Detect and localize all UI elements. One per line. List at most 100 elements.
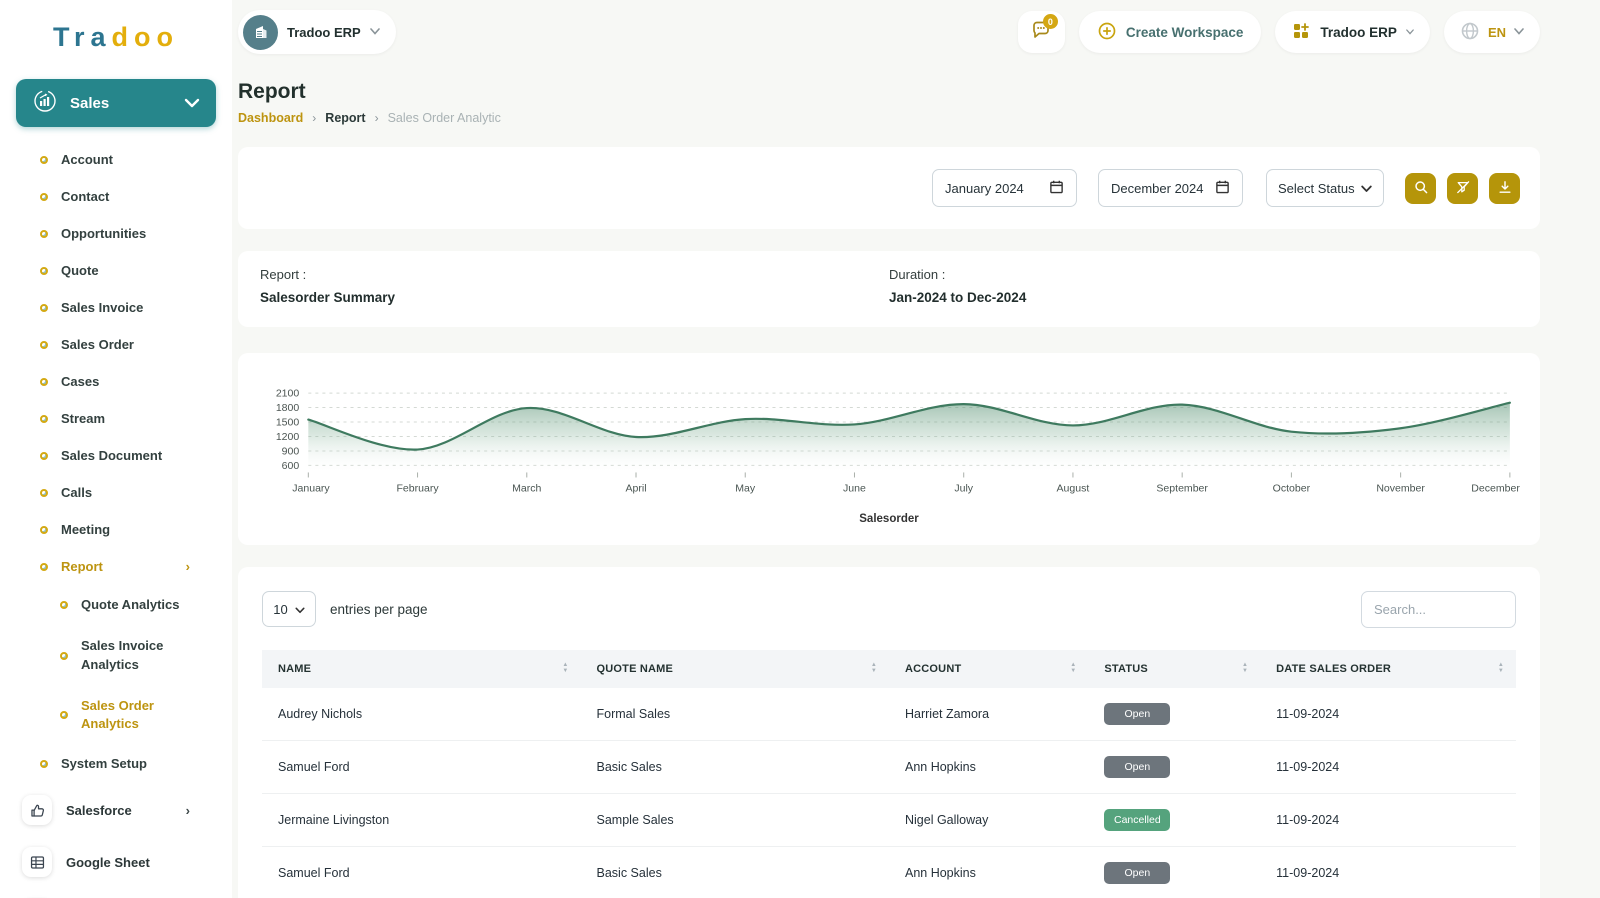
svg-text:September: September [1156,483,1208,495]
sidebar-item-sales-order-analytics[interactable]: Sales Order Analytics [0,686,232,746]
sidebar-item-account[interactable]: Account [0,141,232,178]
sidebar-item-label: Calls [61,485,92,500]
quote-cell: Basic Sales [581,740,889,793]
bullet-icon [60,652,68,660]
salesorder-area-chart: 6009001200150018002100JanuaryFebruaryMar… [252,375,1526,509]
duration-label: Duration : [889,267,1518,282]
sidebar-section-sales[interactable]: Sales [16,79,216,127]
main-content: Tradoo ERP 0 [232,0,1600,898]
chevron-down-icon [295,602,305,617]
column-header-account[interactable]: ACCOUNT▲▼ [889,650,1088,688]
date-cell: 11-09-2024 [1260,846,1516,898]
svg-text:June: June [843,483,866,495]
breadcrumb-separator: › [312,111,316,125]
sidebar-item-label: Opportunities [61,226,146,241]
chart-card: 6009001200150018002100JanuaryFebruaryMar… [238,353,1540,545]
sidebar-item-sales-invoice[interactable]: Sales Invoice [0,289,232,326]
date-cell: 11-09-2024 [1260,688,1516,741]
chevron-right-icon: › [186,803,190,818]
apps-grid-icon [1291,21,1311,44]
name-cell: Jermaine Livingston [262,793,581,846]
sidebar-item-system-setup[interactable]: System Setup [0,745,232,782]
sales-order-table: NAME▲▼ QUOTE NAME ▲▼ ACCOUNT▲▼STATUS▲▼DATE … [262,650,1516,898]
calendar-icon [1049,179,1064,197]
from-date-value: January 2024 [945,181,1024,196]
sidebar-item-sales-order[interactable]: Sales Order [0,326,232,363]
column-label: ACCOUNT [905,663,961,675]
create-workspace-button[interactable]: Create Workspace [1079,11,1262,53]
breadcrumb-dashboard[interactable]: Dashboard [238,111,303,125]
table-body: Audrey NicholsFormal SalesHarriet Zamora… [262,688,1516,898]
filter-card: January 2024 December 2024 [238,147,1540,229]
search-icon [1413,179,1429,198]
svg-text:900: 900 [282,445,300,457]
status-badge: Cancelled [1104,809,1170,831]
column-label: QUOTE NAME [597,663,674,675]
status-badge: Open [1104,703,1170,725]
sidebar-item-sales-document[interactable]: Sales Document [0,437,232,474]
sidebar-item-meeting[interactable]: Meeting [0,511,232,548]
bullet-icon [40,304,48,312]
sidebar-item-opportunities[interactable]: Opportunities [0,215,232,252]
sidebar-item-quote[interactable]: Quote [0,252,232,289]
to-date-input[interactable]: December 2024 [1098,169,1243,207]
sidebar-item-sales-invoice-analytics[interactable]: Sales Invoice Analytics [0,626,232,686]
sidebar-item-label: Sales Order [61,337,134,352]
clear-filter-button[interactable] [1447,173,1478,204]
filter-actions [1405,173,1520,204]
sidebar-item-quote-analytics[interactable]: Quote Analytics [0,585,232,626]
name-cell: Samuel Ford [262,846,581,898]
quote-cell: Formal Sales [581,688,889,741]
chevron-down-icon [1406,26,1414,38]
column-header-quote-name[interactable]: QUOTE NAME ▲▼ [581,650,889,688]
search-button[interactable] [1405,173,1436,204]
sidebar-item-stream[interactable]: Stream [0,400,232,437]
sidebar-item-video-hub[interactable]: Video Hub [0,890,232,898]
sidebar-item-contact[interactable]: Contact [0,178,232,215]
name-cell: Audrey Nichols [262,688,581,741]
bullet-icon [40,526,48,534]
from-date-input[interactable]: January 2024 [932,169,1077,207]
svg-text:600: 600 [282,460,300,472]
sidebar-item-label: Cases [61,374,99,389]
date-cell: 11-09-2024 [1260,793,1516,846]
bullet-icon [40,156,48,164]
status-cell: Open [1088,740,1260,793]
download-button[interactable] [1489,173,1520,204]
breadcrumb-report[interactable]: Report [325,111,365,125]
area-chart-svg: 6009001200150018002100JanuaryFebruaryMar… [252,375,1526,504]
bullet-icon [40,378,48,386]
status-select[interactable]: Select Status [1266,169,1384,207]
page-title: Report [238,80,1540,104]
language-selector[interactable]: EN [1444,11,1540,53]
sidebar-item-label: Salesforce [66,803,132,818]
sidebar-item-label: Sales Document [61,448,162,463]
sidebar-item-label: Contact [61,189,109,204]
sidebar-item-salesforce[interactable]: Salesforce › [0,786,232,834]
sidebar-item-google-sheet[interactable]: Google Sheet [0,838,232,886]
column-header-name[interactable]: NAME▲▼ [262,650,581,688]
sidebar-integrations: Salesforce › Google Sheet Video Hub [0,786,232,898]
sidebar-item-cases[interactable]: Cases [0,363,232,400]
sort-arrows-icon: ▲▼ [871,663,877,674]
workspace-selector[interactable]: Tradoo ERP [238,10,396,54]
table-search-input[interactable] [1361,591,1516,628]
chat-button[interactable]: 0 [1018,11,1065,53]
entries-per-page-select[interactable]: 10 [262,591,316,627]
svg-text:August: August [1057,483,1090,495]
sidebar-item-label: Report [61,559,103,574]
sidebar-item-report[interactable]: Report› [0,548,232,585]
column-header-date-sales-order[interactable]: DATE SALES ORDER▲▼ [1260,650,1516,688]
column-header-status[interactable]: STATUS▲▼ [1088,650,1260,688]
svg-text:1500: 1500 [276,417,300,429]
chevron-down-icon [1514,26,1524,38]
sidebar-item-label: Google Sheet [66,855,150,870]
workspace-switch-button[interactable]: Tradoo ERP [1275,11,1430,53]
status-badge: Open [1104,756,1170,778]
table-card: 10 entries per page NAME▲▼QUOTE NAME▲▼AC… [238,567,1540,898]
bullet-icon [60,711,68,719]
bullet-icon [40,489,48,497]
report-summary: Report : Salesorder Summary [260,267,889,305]
sidebar-item-calls[interactable]: Calls [0,474,232,511]
workspace-building-icon [243,15,278,50]
